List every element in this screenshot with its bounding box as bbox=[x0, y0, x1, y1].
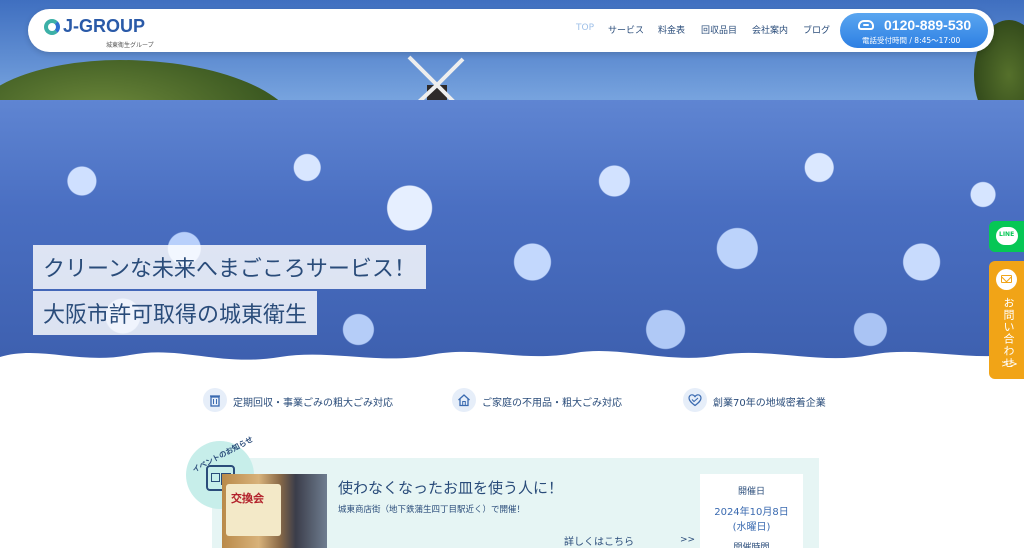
house-icon bbox=[452, 388, 476, 412]
nav-item-service[interactable]: サービス bbox=[608, 23, 644, 36]
nav-item-collection-items[interactable]: 回収品目 bbox=[701, 23, 737, 36]
hero-catchcopy-line1: クリーンな未来へまごころサービス！ bbox=[33, 245, 426, 289]
phone-number: 0120-889-530 bbox=[884, 17, 972, 33]
line-button[interactable]: LINE bbox=[989, 221, 1024, 252]
feature-text: 創業70年の地域密着企業 bbox=[713, 398, 826, 409]
hero-catchcopy-line2: 大阪市許可取得の城東衛生 bbox=[33, 291, 318, 335]
feature-text: ご家庭の不用品・粗大ごみ対応 bbox=[482, 398, 622, 409]
trash-can-icon bbox=[203, 388, 227, 412]
logo-text: J-GROUP bbox=[63, 16, 146, 36]
event-photo: 交換会 bbox=[222, 474, 327, 548]
line-label: LINE bbox=[999, 231, 1015, 238]
chevron-right-double-icon[interactable]: >> bbox=[680, 535, 695, 545]
event-time-label: 開催時間 bbox=[733, 543, 770, 548]
contact-arrow-icon: >> bbox=[1001, 359, 1018, 370]
site-logo[interactable]: J-GROUP 城東衛生グループ bbox=[44, 15, 154, 49]
event-date-card: 開催日 2024年10月8日 (水曜日) 開催時間 bbox=[700, 474, 803, 548]
contact-button[interactable]: お問い合わせ >> bbox=[989, 261, 1024, 379]
phone-icon bbox=[858, 20, 874, 30]
feature-text: 定期回収・事業ごみの粗大ごみ対応 bbox=[233, 398, 393, 409]
nav-item-pricing[interactable]: 料金表 bbox=[658, 23, 685, 36]
event-details-link[interactable]: 詳しくはこちら bbox=[564, 533, 634, 548]
nav-item-company[interactable]: 会社案内 bbox=[752, 23, 788, 36]
logo-subtitle: 城東衛生グループ bbox=[106, 42, 154, 49]
nav-item-blog[interactable]: ブログ bbox=[803, 23, 830, 36]
phone-call-button[interactable]: 0120-889-530 電話受付時間 / 8:45〜17:00 bbox=[840, 13, 988, 48]
mail-icon bbox=[996, 269, 1017, 290]
nav-item-top[interactable]: TOP bbox=[576, 23, 594, 33]
event-description: 城東商店街（地下鉄蒲生四丁目駅近く）で開催！ bbox=[338, 505, 526, 515]
event-photo-text: 交換会 bbox=[231, 492, 264, 505]
line-icon: LINE bbox=[996, 227, 1018, 245]
site-header: J-GROUP 城東衛生グループ TOP サービス 料金表 回収品目 会社案内 … bbox=[28, 9, 994, 52]
event-date-label: 開催日 bbox=[737, 487, 765, 497]
hero-wave-divider bbox=[0, 351, 1024, 370]
event-date-weekday: (水曜日) bbox=[732, 522, 771, 533]
heart-handshake-icon bbox=[683, 388, 707, 412]
phone-hours: 電話受付時間 / 8:45〜17:00 bbox=[862, 36, 961, 45]
logo-mark-icon bbox=[44, 19, 60, 35]
features-bar: 定期回収・事業ごみの粗大ごみ対応 ご家庭の不用品・粗大ごみ対応 創業70年の地域… bbox=[0, 388, 1024, 418]
event-title: 使わなくなったお皿を使う人に！ bbox=[338, 479, 564, 497]
event-date-value: 2024年10月8日 bbox=[714, 507, 789, 518]
